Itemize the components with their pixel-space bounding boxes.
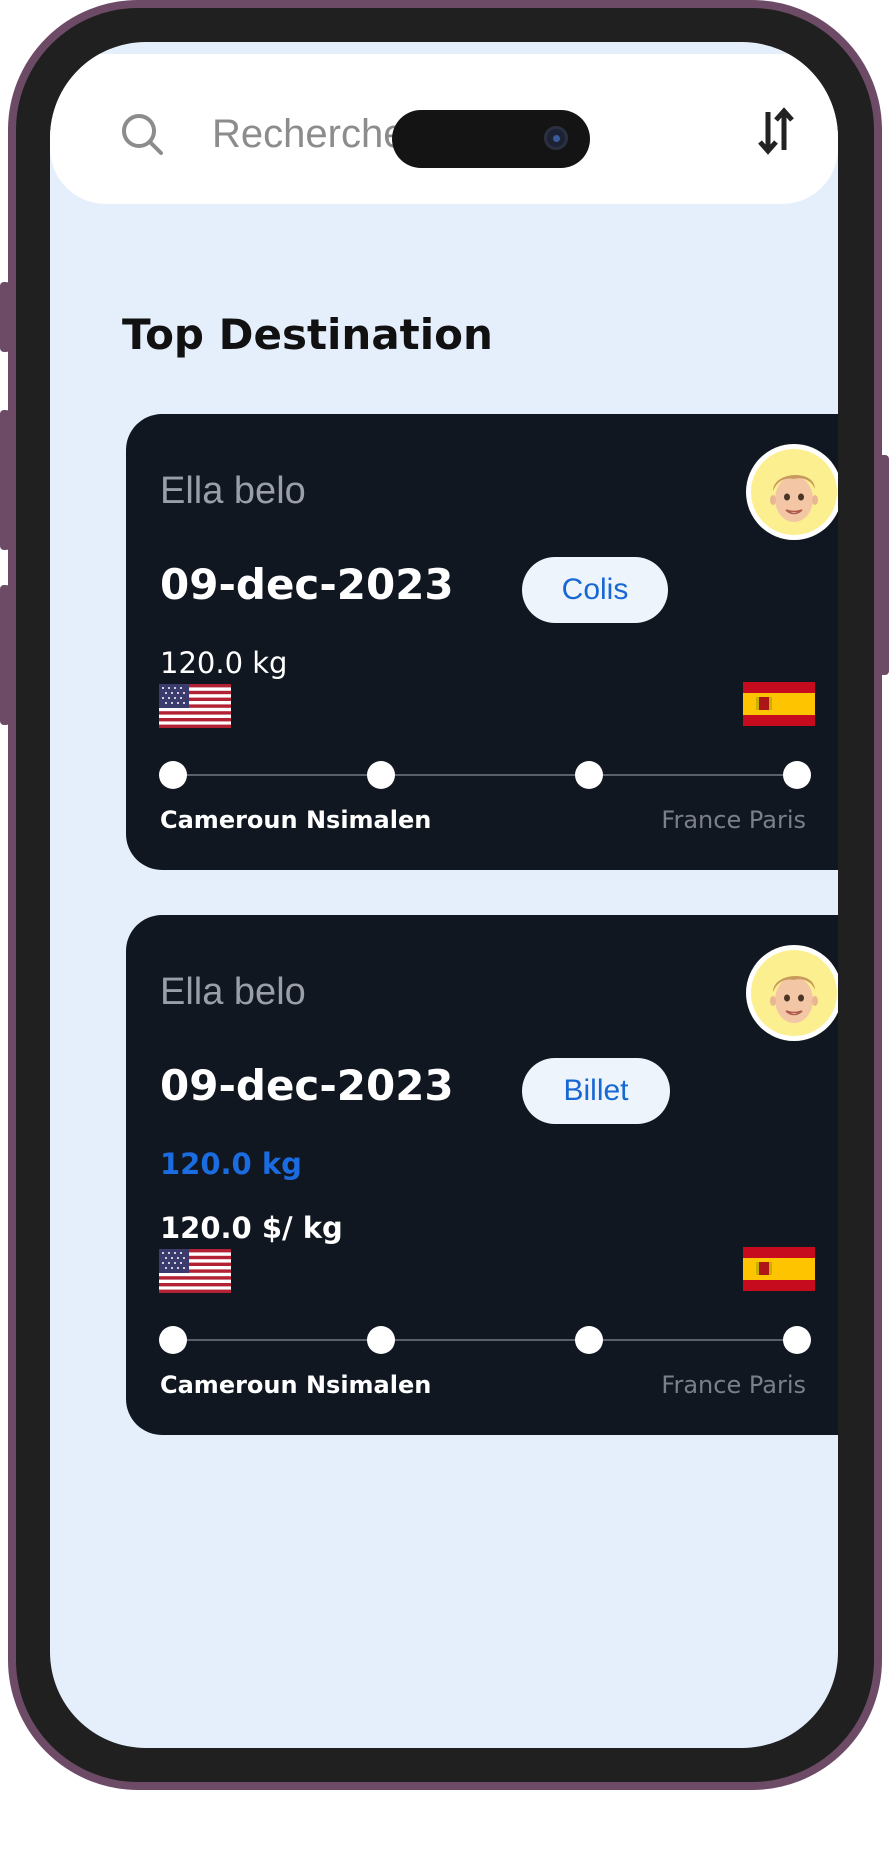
memoji-avatar-icon xyxy=(770,474,818,522)
route-progress xyxy=(159,1324,821,1356)
usa-flag-icon xyxy=(159,684,231,728)
destination-card[interactable]: Ella belo 09-dec-2023 Billet 120.0 kg 12… xyxy=(126,915,838,1435)
volume-down-button xyxy=(0,585,10,725)
weight-value: 120.0 kg xyxy=(160,646,288,680)
traveler-name: Ella belo xyxy=(160,971,306,1013)
type-badge-billet[interactable]: Billet xyxy=(522,1058,670,1124)
type-badge-colis[interactable]: Colis xyxy=(522,557,668,623)
destination-label: France Paris xyxy=(661,1371,806,1399)
route-line xyxy=(173,1339,803,1341)
power-button xyxy=(878,455,889,675)
traveler-name: Ella belo xyxy=(160,470,306,512)
route-stop xyxy=(367,761,395,789)
search-icon[interactable] xyxy=(120,112,164,156)
sort-icon[interactable] xyxy=(754,106,798,156)
avatar[interactable] xyxy=(746,945,838,1041)
route-stop xyxy=(575,1326,603,1354)
spain-flag-icon xyxy=(743,1247,815,1291)
route-stop xyxy=(575,761,603,789)
memoji-avatar-icon xyxy=(770,975,818,1023)
spain-flag-icon xyxy=(743,682,815,726)
usa-flag-icon xyxy=(159,1249,231,1293)
travel-date: 09-dec-2023 xyxy=(160,1061,454,1110)
route-progress xyxy=(159,759,821,791)
app-screen: Top Destination Ella belo 09-dec-2023 Co… xyxy=(50,42,838,1748)
volume-up-button xyxy=(0,410,10,550)
origin-label: Cameroun Nsimalen xyxy=(160,806,432,834)
destination-label: France Paris xyxy=(661,806,806,834)
route-stop-destination xyxy=(783,761,811,789)
price-per-kg: 120.0 $/ kg xyxy=(160,1211,343,1245)
camera-icon xyxy=(544,126,568,150)
dynamic-island xyxy=(392,110,590,168)
action-button xyxy=(0,282,10,352)
weight-value: 120.0 kg xyxy=(160,1147,302,1181)
route-line xyxy=(173,774,803,776)
section-title: Top Destination xyxy=(122,310,493,359)
avatar[interactable] xyxy=(746,444,838,540)
route-stop-origin xyxy=(159,1326,187,1354)
origin-label: Cameroun Nsimalen xyxy=(160,1371,432,1399)
destination-card[interactable]: Ella belo 09-dec-2023 Colis 120.0 kg Cam… xyxy=(126,414,838,870)
travel-date: 09-dec-2023 xyxy=(160,560,454,609)
route-stop-destination xyxy=(783,1326,811,1354)
route-stop xyxy=(367,1326,395,1354)
route-stop-origin xyxy=(159,761,187,789)
